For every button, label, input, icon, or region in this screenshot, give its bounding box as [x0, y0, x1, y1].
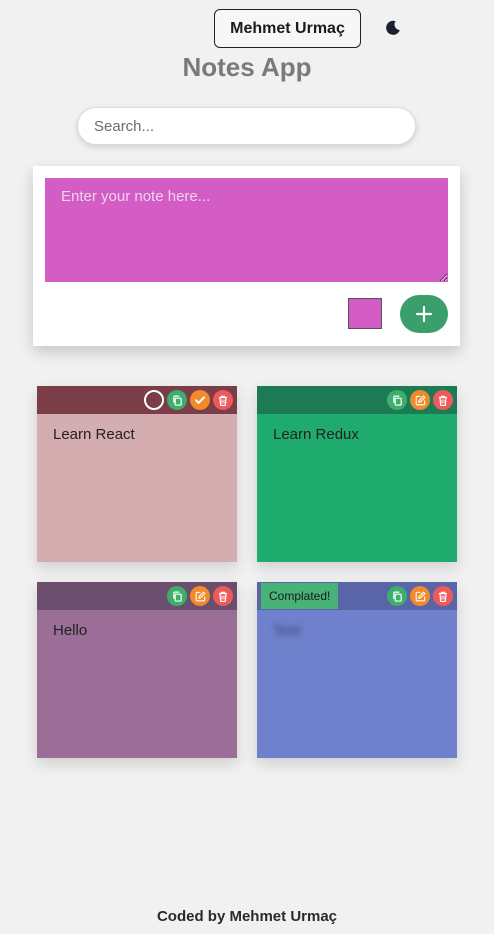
trash-icon[interactable]	[433, 390, 453, 410]
copy-icon[interactable]	[167, 390, 187, 410]
color-picker[interactable]	[348, 298, 382, 329]
trash-icon[interactable]	[213, 586, 233, 606]
note-toolbar	[37, 386, 237, 414]
trash-icon[interactable]	[433, 586, 453, 606]
check-empty-icon[interactable]	[144, 390, 164, 410]
note-textarea[interactable]	[45, 178, 448, 282]
note-card: Learn React	[37, 386, 237, 562]
page-title: Notes App	[182, 52, 312, 82]
trash-icon[interactable]	[213, 390, 233, 410]
add-note-button[interactable]	[400, 295, 448, 333]
note-toolbar: Complated!	[257, 582, 457, 610]
note-text: Test	[273, 622, 301, 639]
check-icon[interactable]	[190, 390, 210, 410]
copy-icon[interactable]	[167, 586, 187, 606]
note-text: Learn Redux	[273, 426, 359, 443]
completed-badge: Complated!	[261, 583, 339, 609]
edit-icon[interactable]	[410, 586, 430, 606]
edit-icon[interactable]	[190, 586, 210, 606]
moon-icon[interactable]	[381, 16, 405, 40]
search-input[interactable]	[77, 107, 416, 145]
note-editor	[33, 166, 460, 346]
note-card: Learn Redux	[257, 386, 457, 562]
note-toolbar	[37, 582, 237, 610]
note-text: Learn React	[53, 426, 135, 443]
note-text: Hello	[53, 622, 88, 639]
plus-icon	[415, 305, 433, 323]
copy-icon[interactable]	[387, 390, 407, 410]
note-card: Complated! Test	[257, 582, 457, 758]
note-card: Hello	[37, 582, 237, 758]
note-toolbar	[257, 386, 457, 414]
edit-icon[interactable]	[410, 390, 430, 410]
author-button[interactable]: Mehmet Urmaç	[214, 9, 361, 48]
footer-credit: Coded by Mehmet Urmaç	[156, 908, 338, 925]
copy-icon[interactable]	[387, 586, 407, 606]
